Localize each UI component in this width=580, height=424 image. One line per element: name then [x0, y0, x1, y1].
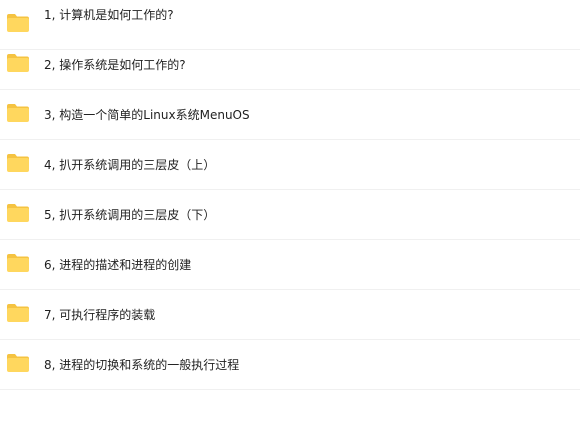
folder-label: 6, 进程的描述和进程的创建: [44, 258, 192, 272]
folder-label: 7, 可执行程序的装载: [44, 308, 156, 322]
file-list: 1, 计算机是如何工作的? 2, 操作系统是如何工作的? 3, 构造一个简单的L…: [0, 0, 580, 424]
folder-icon: [7, 354, 29, 372]
folder-label: 4, 扒开系统调用的三层皮（上）: [44, 158, 216, 172]
folder-label: 8, 进程的切换和系统的一般执行过程: [44, 358, 240, 372]
folder-label: 3, 构造一个简单的Linux系统MenuOS: [44, 108, 250, 122]
folder-icon: [7, 154, 29, 172]
folder-row-5[interactable]: 5, 扒开系统调用的三层皮（下）: [0, 190, 580, 240]
folder-icon: [7, 204, 29, 222]
folder-label: 5, 扒开系统调用的三层皮（下）: [44, 208, 216, 222]
folder-row-7[interactable]: 7, 可执行程序的装载: [0, 290, 580, 340]
folder-row-2[interactable]: 2, 操作系统是如何工作的?: [0, 40, 580, 90]
folder-label: 1, 计算机是如何工作的?: [44, 8, 174, 22]
folder-row-8[interactable]: 8, 进程的切换和系统的一般执行过程: [0, 340, 580, 390]
folder-icon: [7, 54, 29, 72]
folder-label: 2, 操作系统是如何工作的?: [44, 58, 186, 72]
folder-icon: [7, 104, 29, 122]
folder-icon: [7, 254, 29, 272]
folder-icon: [7, 304, 29, 322]
folder-row-3[interactable]: 3, 构造一个简单的Linux系统MenuOS: [0, 90, 580, 140]
folder-icon: [7, 14, 29, 32]
folder-row-4[interactable]: 4, 扒开系统调用的三层皮（上）: [0, 140, 580, 190]
folder-row-6[interactable]: 6, 进程的描述和进程的创建: [0, 240, 580, 290]
